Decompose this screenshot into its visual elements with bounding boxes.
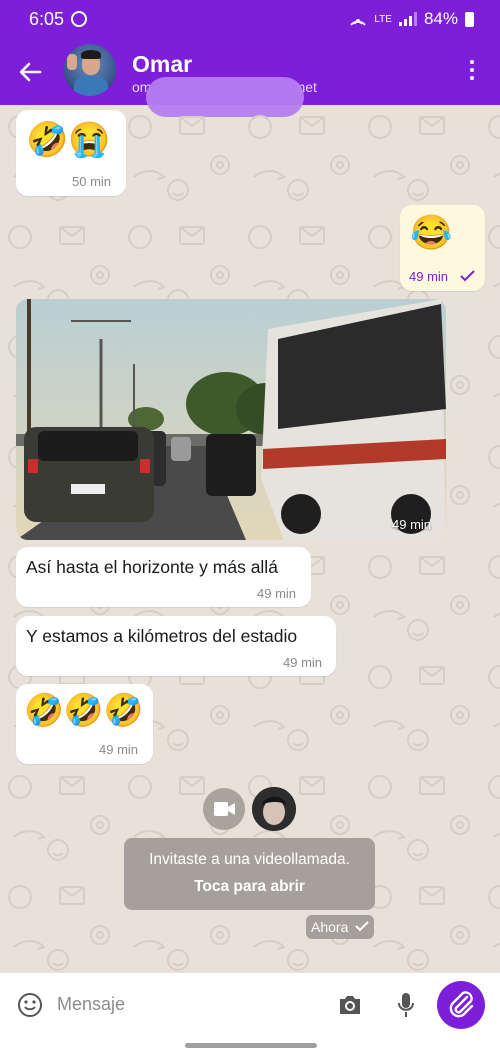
attach-button[interactable] <box>437 981 485 1029</box>
message-bubble-outgoing[interactable]: 😂 49 min <box>400 205 485 291</box>
signal-icon <box>398 12 417 26</box>
traffic-photo-image <box>16 299 446 540</box>
back-arrow-icon[interactable] <box>16 58 44 86</box>
home-indicator[interactable] <box>185 1043 317 1048</box>
video-call-open-link[interactable]: Toca para abrir <box>124 878 375 896</box>
message-emoji: 🤣🤣🤣 <box>24 692 144 728</box>
video-call-text: Invitaste a una videollamada. <box>149 851 350 868</box>
battery-icon <box>465 11 474 27</box>
message-bubble-incoming[interactable]: 🤣🤣🤣 49 min <box>16 684 153 764</box>
camera-icon[interactable] <box>337 993 363 1017</box>
message-time: 49 min <box>409 269 449 284</box>
sent-check-icon <box>355 921 369 932</box>
message-text: Y estamos a kilómetros del estadio <box>26 626 298 646</box>
message-time: 50 min <box>72 174 112 189</box>
video-call-icon[interactable] <box>203 788 245 830</box>
message-bubble-incoming[interactable]: 🤣😭 50 min <box>16 110 126 196</box>
hotspot-icon <box>350 19 367 26</box>
message-emoji: 😂 <box>410 214 453 252</box>
battery-percent: 84% <box>423 9 458 28</box>
contact-avatar[interactable] <box>64 44 116 96</box>
emoji-icon[interactable] <box>17 992 43 1018</box>
network-type: LTE <box>374 13 392 25</box>
photo-time: 49 min <box>392 517 432 532</box>
more-options-icon[interactable] <box>467 60 477 84</box>
video-call-time: Ahora <box>311 919 349 935</box>
app-header: 6:05 LTE 84% Omar om net <box>0 0 500 117</box>
status-indicators: LTE 84% <box>349 9 474 29</box>
status-time: 6:05 <box>29 9 65 29</box>
message-text: Así hasta el horizonte y más allá <box>26 557 278 577</box>
paperclip-icon <box>449 991 474 1018</box>
message-input-bar: Mensaje <box>0 973 500 1055</box>
video-call-invite[interactable]: Invitaste a una videollamada. Toca para … <box>124 838 375 910</box>
message-time: 49 min <box>283 655 323 670</box>
delivered-check-icon <box>460 270 475 282</box>
microphone-icon[interactable] <box>396 991 416 1019</box>
message-input[interactable]: Mensaje <box>57 994 125 1015</box>
message-time: 49 min <box>257 586 297 601</box>
message-emoji: 🤣😭 <box>26 121 111 159</box>
caller-avatar <box>252 787 296 831</box>
video-call-time-badge: Ahora <box>306 915 374 939</box>
contact-name[interactable]: Omar <box>132 51 192 78</box>
message-time: 49 min <box>99 742 139 757</box>
message-photo[interactable]: 49 min <box>16 299 446 540</box>
message-bubble-incoming[interactable]: Y estamos a kilómetros del estadio 49 mi… <box>16 616 336 676</box>
message-bubble-incoming[interactable]: Así hasta el horizonte y más allá 49 min <box>16 547 311 607</box>
viber-status-icon <box>71 11 87 27</box>
